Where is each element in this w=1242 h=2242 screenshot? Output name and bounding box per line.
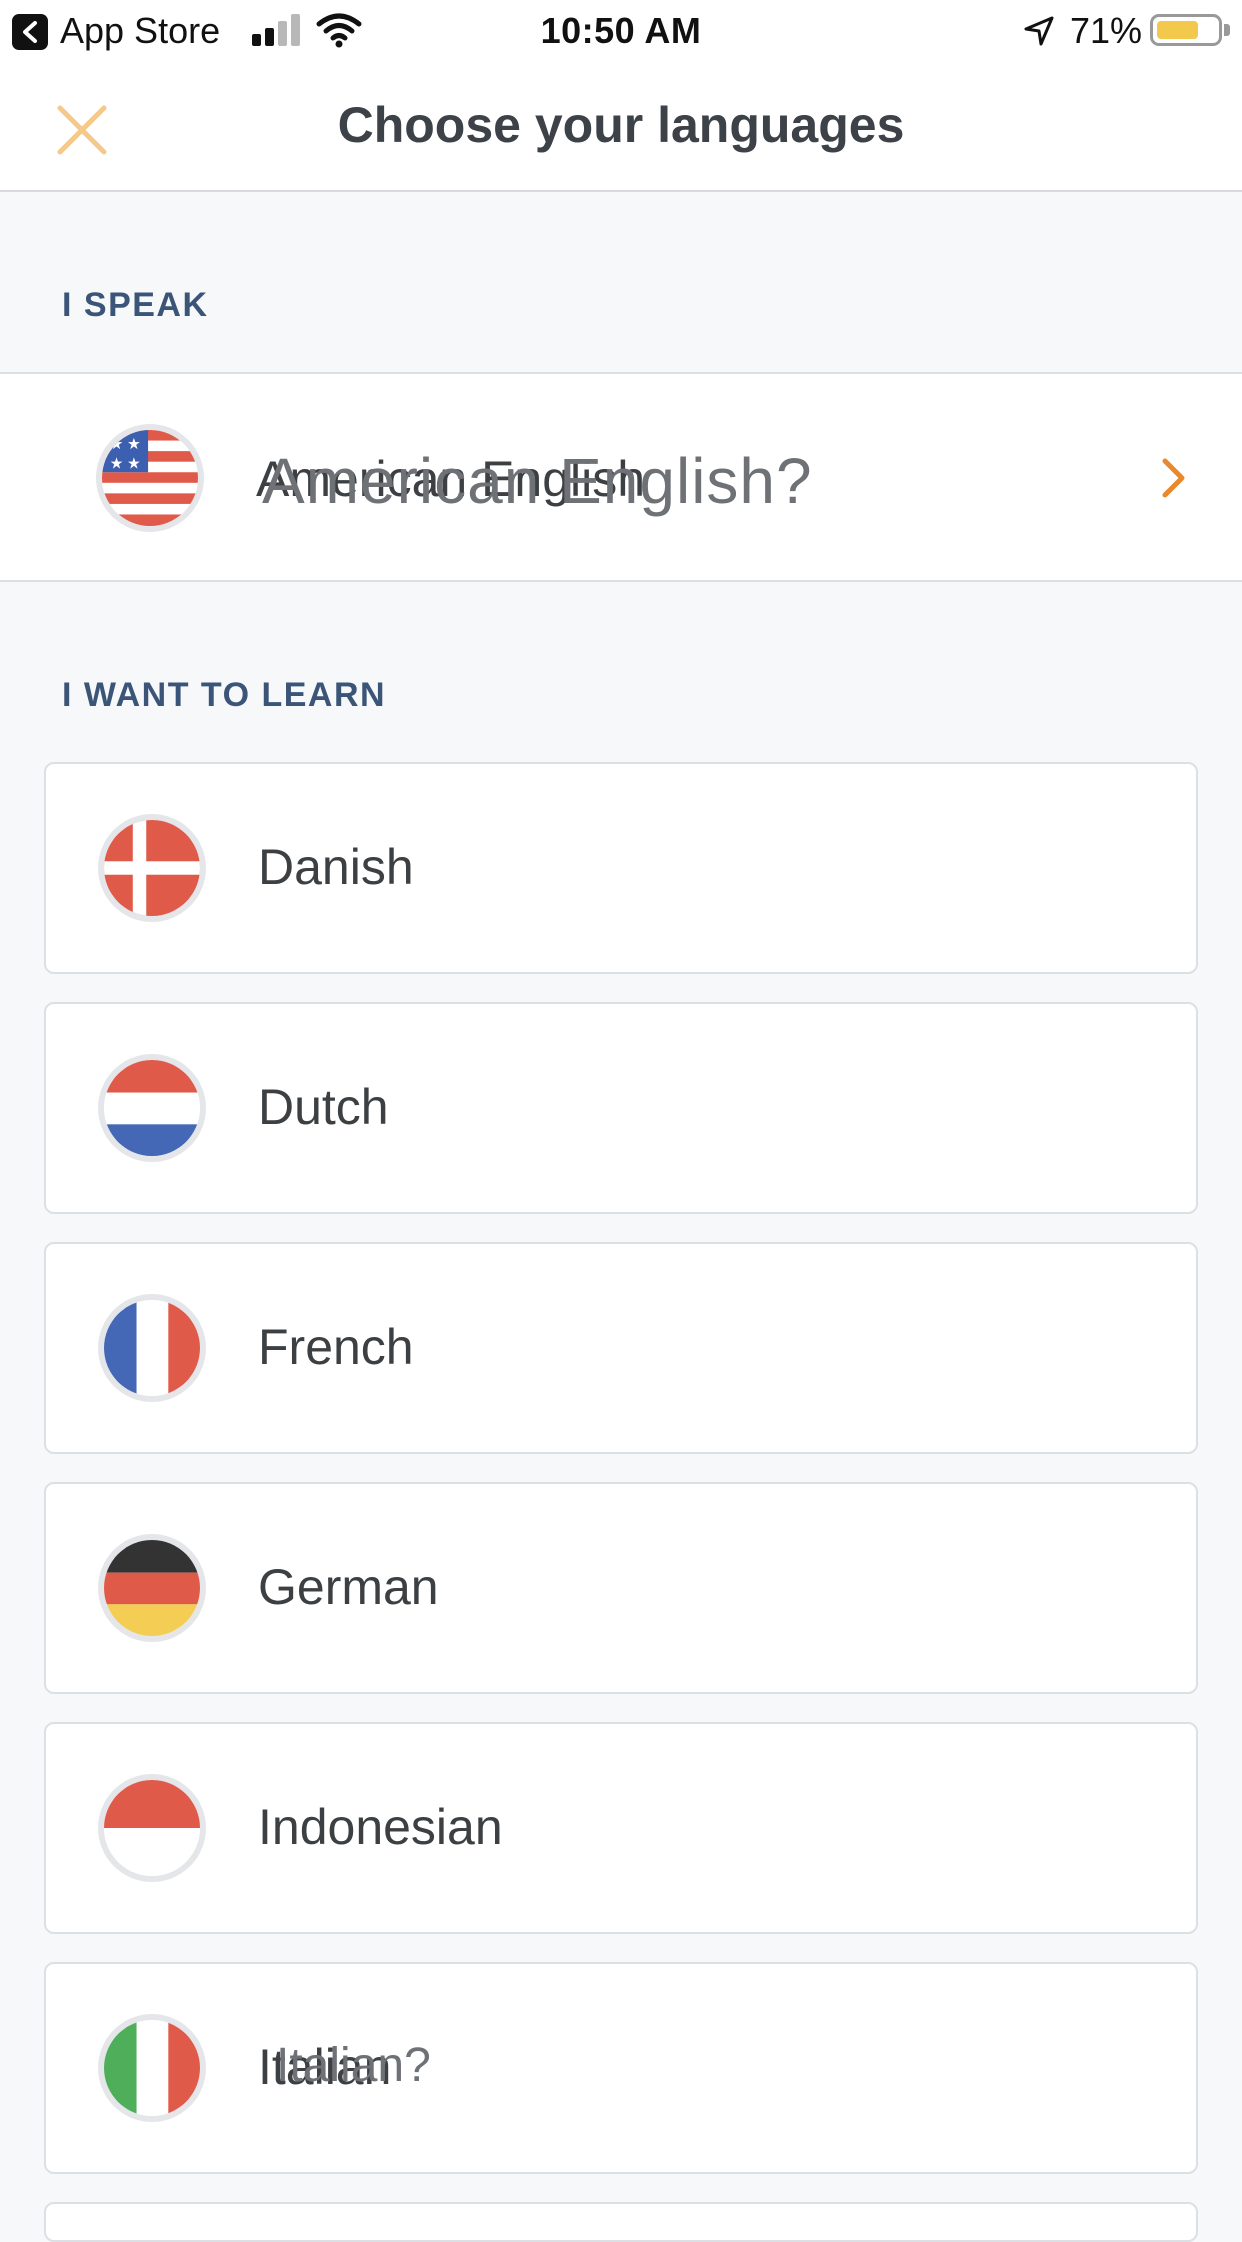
french-flag-icon — [98, 1294, 206, 1402]
battery-icon — [1150, 14, 1222, 46]
language-overlay: Italian? — [276, 2039, 431, 2092]
language-label: French — [258, 1319, 414, 1375]
indonesian-flag-icon — [98, 1774, 206, 1882]
language-card-indonesian[interactable]: Indonesian — [44, 1722, 1198, 1934]
dutch-flag-icon — [98, 1054, 206, 1162]
language-card-next[interactable] — [44, 2202, 1198, 2242]
battery-tip — [1224, 24, 1230, 36]
language-label: Dutch — [258, 1079, 389, 1135]
language-label: Indonesian — [258, 1799, 503, 1855]
chevron-right-icon[interactable] — [1160, 456, 1188, 500]
language-card-german[interactable]: German — [44, 1482, 1198, 1694]
language-card-italian[interactable]: Italian Italian? — [44, 1962, 1198, 2174]
language-card-danish[interactable]: Danish — [44, 762, 1198, 974]
nav-bar: Choose your languages — [0, 62, 1242, 192]
page-title: Choose your languages — [337, 97, 905, 153]
german-flag-icon — [98, 1534, 206, 1642]
battery-percent: 71% — [1070, 10, 1143, 51]
us-flag-icon: ★ ★ ★ ★ — [96, 424, 204, 532]
speak-language-row[interactable]: ★ ★ ★ ★ American English American Englis… — [0, 372, 1242, 582]
learn-section-label: I WANT TO LEARN — [62, 676, 387, 714]
battery-fill — [1157, 21, 1198, 39]
language-card-dutch[interactable]: Dutch — [44, 1002, 1198, 1214]
svg-text:★: ★ — [110, 455, 124, 472]
svg-text:★: ★ — [127, 455, 141, 472]
language-label: Danish — [258, 839, 414, 895]
speak-language-overlay: American English? — [262, 445, 813, 517]
danish-flag-icon — [98, 814, 206, 922]
speak-section-label: I SPEAK — [62, 286, 209, 324]
location-arrow-icon — [1024, 16, 1054, 46]
italian-flag-icon — [98, 2014, 206, 2122]
svg-text:★: ★ — [127, 436, 141, 453]
svg-text:★: ★ — [110, 436, 124, 453]
language-card-french[interactable]: French — [44, 1242, 1198, 1454]
status-bar: App Store 10:50 AM 71% — [0, 0, 1242, 62]
language-label: German — [258, 1559, 439, 1615]
